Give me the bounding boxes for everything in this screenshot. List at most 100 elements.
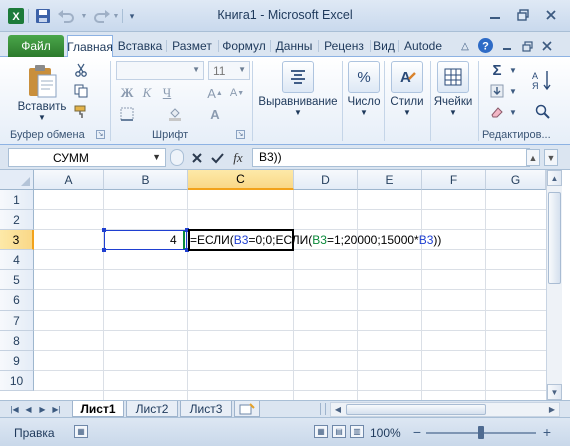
- first-sheet-icon[interactable]: |◀: [8, 403, 21, 416]
- page-layout-view-icon[interactable]: ▤: [332, 425, 346, 438]
- chevron-down-icon[interactable]: ▼: [504, 82, 522, 100]
- macro-record-icon[interactable]: ▦: [74, 425, 88, 438]
- cells-button[interactable]: Ячейки ▼: [432, 61, 474, 117]
- zoom-level[interactable]: 100%: [370, 426, 401, 440]
- row-header-2[interactable]: 2: [0, 210, 34, 230]
- row-header-7[interactable]: 7: [0, 311, 34, 331]
- prev-sheet-icon[interactable]: ◀: [22, 403, 35, 416]
- restore-icon[interactable]: [510, 6, 536, 24]
- number-button[interactable]: % Число ▼: [346, 61, 382, 117]
- chevron-down-icon[interactable]: ▼: [152, 152, 161, 162]
- last-sheet-icon[interactable]: ▶|: [50, 403, 63, 416]
- tab-page-layout[interactable]: Размет: [168, 35, 216, 57]
- row-header-9[interactable]: 9: [0, 351, 34, 371]
- tab-view[interactable]: Вид: [372, 35, 396, 57]
- workbook-minimize-icon[interactable]: [500, 37, 514, 55]
- zoom-slider-knob[interactable]: [478, 426, 484, 439]
- sheet-tab-2[interactable]: Лист2: [126, 401, 178, 417]
- reference-handle[interactable]: [102, 248, 106, 252]
- horizontal-scrollbar[interactable]: ◀ ▶: [330, 402, 560, 417]
- clipboard-launcher-icon[interactable]: ↘: [96, 130, 105, 139]
- font-color-icon[interactable]: A: [206, 105, 224, 123]
- row-header-8[interactable]: 8: [0, 331, 34, 351]
- copy-icon[interactable]: [72, 82, 90, 100]
- reference-handle[interactable]: [102, 228, 106, 232]
- column-header-b[interactable]: B: [104, 170, 188, 190]
- sheet-tab-3[interactable]: Лист3: [180, 401, 232, 417]
- cut-icon[interactable]: [72, 61, 90, 79]
- ribbon-collapse-icon[interactable]: △: [458, 37, 472, 55]
- scroll-down-icon[interactable]: ▼: [547, 384, 562, 400]
- help-icon[interactable]: ?: [476, 36, 494, 54]
- workbook-restore-icon[interactable]: [520, 37, 534, 55]
- font-name-combo[interactable]: ▼: [116, 61, 204, 80]
- bold-icon[interactable]: Ж: [118, 84, 136, 102]
- cell-c3-editing-formula[interactable]: =ЕСЛИ(B3=0;0;ЕСЛИ(B3=1;20000;15000*B3)): [190, 233, 441, 247]
- find-icon[interactable]: [526, 103, 560, 121]
- font-launcher-icon[interactable]: ↘: [236, 130, 245, 139]
- row-header-1[interactable]: 1: [0, 190, 34, 210]
- chevron-down-icon[interactable]: ▼: [504, 61, 522, 79]
- expand-formula-bar-icon[interactable]: ▲: [526, 149, 540, 166]
- decrease-font-icon[interactable]: A ▼: [228, 84, 246, 102]
- select-all-button[interactable]: [0, 170, 34, 190]
- formula-bar-handle[interactable]: [170, 149, 184, 166]
- format-painter-icon[interactable]: [72, 103, 90, 121]
- tab-review[interactable]: Реценз: [320, 35, 368, 57]
- borders-icon[interactable]: [118, 105, 136, 123]
- close-icon[interactable]: [538, 6, 564, 24]
- vertical-scroll-thumb[interactable]: [548, 192, 561, 284]
- cancel-icon[interactable]: [188, 149, 206, 166]
- horizontal-scroll-thumb[interactable]: [346, 404, 486, 415]
- workbook-close-icon[interactable]: [540, 37, 554, 55]
- row-header-3[interactable]: 3: [0, 230, 34, 250]
- tab-autodesk[interactable]: Autode: [400, 35, 446, 57]
- column-header-c[interactable]: C: [188, 170, 294, 190]
- styles-button[interactable]: A Стили ▼: [388, 61, 426, 117]
- insert-function-icon[interactable]: fx: [229, 149, 247, 166]
- column-header-d[interactable]: D: [294, 170, 358, 190]
- sheet-tab-1[interactable]: Лист1: [72, 401, 124, 417]
- tab-home[interactable]: Главная: [67, 35, 113, 58]
- tab-formulas[interactable]: Формул: [220, 35, 268, 57]
- next-sheet-icon[interactable]: ▶: [36, 403, 49, 416]
- separator: [218, 40, 219, 52]
- select-all-triangle: [21, 177, 30, 186]
- insert-sheet-icon[interactable]: [234, 401, 260, 417]
- tab-split-handle[interactable]: [320, 403, 326, 415]
- scroll-left-icon[interactable]: ◀: [331, 403, 345, 416]
- row-header-5[interactable]: 5: [0, 270, 34, 290]
- alignment-button[interactable]: Выравнивание ▼: [256, 61, 340, 117]
- increase-font-icon[interactable]: A ▲: [206, 84, 224, 102]
- column-header-f[interactable]: F: [422, 170, 486, 190]
- tab-data[interactable]: Данны: [272, 35, 316, 57]
- column-header-g[interactable]: G: [486, 170, 546, 190]
- name-box[interactable]: СУММ ▼: [8, 148, 166, 167]
- page-break-view-icon[interactable]: ▥: [350, 425, 364, 438]
- row-header-6[interactable]: 6: [0, 290, 34, 311]
- italic-icon[interactable]: К: [138, 84, 156, 102]
- tab-file[interactable]: Файл: [8, 35, 64, 57]
- underline-icon[interactable]: Ч: [158, 84, 176, 102]
- zoom-in-icon[interactable]: +: [540, 424, 554, 440]
- row-header-4[interactable]: 4: [0, 250, 34, 270]
- row-header-10[interactable]: 10: [0, 371, 34, 391]
- cell-b3[interactable]: 4: [170, 233, 177, 247]
- zoom-out-icon[interactable]: −: [410, 424, 424, 440]
- tab-insert[interactable]: Вставка: [116, 35, 164, 57]
- enter-icon[interactable]: [208, 149, 226, 166]
- minimize-icon[interactable]: [482, 6, 508, 24]
- vertical-scrollbar[interactable]: ▲ ▼: [546, 170, 562, 400]
- fill-color-icon[interactable]: [166, 105, 184, 123]
- formula-input[interactable]: B3)): [252, 148, 530, 167]
- sort-filter-icon[interactable]: AЯ: [526, 63, 560, 97]
- paste-button[interactable]: Вставить ▼: [14, 61, 70, 122]
- collapse-formula-bar-icon[interactable]: ▼: [544, 149, 558, 166]
- column-header-a[interactable]: A: [34, 170, 104, 190]
- normal-view-icon[interactable]: ▦: [314, 425, 328, 438]
- chevron-down-icon[interactable]: ▼: [504, 103, 522, 121]
- scroll-right-icon[interactable]: ▶: [545, 403, 559, 416]
- font-size-combo[interactable]: 11 ▼: [208, 61, 250, 80]
- column-header-e[interactable]: E: [358, 170, 422, 190]
- scroll-up-icon[interactable]: ▲: [547, 170, 562, 186]
